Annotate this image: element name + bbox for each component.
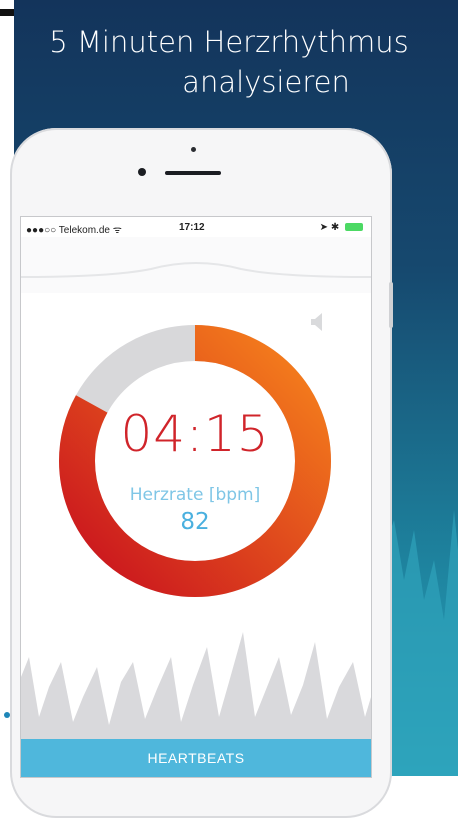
battery-icon: [345, 223, 363, 232]
timer-display: 04:15: [120, 405, 270, 463]
headline-line-1: 5 Minuten Herzrhythmus: [49, 25, 409, 59]
location-bluetooth-icons: ➤ ✱: [319, 222, 340, 233]
status-time: 17:12: [179, 222, 205, 233]
edge-mark: [0, 9, 14, 16]
phone-camera: [138, 168, 146, 176]
headline-line-2: analysieren: [182, 65, 350, 99]
heart-rate-value: 82: [180, 509, 210, 535]
phone-side-button: [389, 282, 393, 328]
phone-sensor: [191, 147, 196, 152]
phone-earpiece: [165, 171, 221, 175]
heartbeat-waveform: [21, 632, 371, 739]
promo-headline: 5 Minuten Herzrhythmus analysieren: [14, 22, 458, 102]
heart-rate-label: Herzrate [bpm]: [129, 485, 261, 505]
status-indicators: ➤ ✱: [320, 222, 363, 233]
carrier-label: ●●●○○ Telekom.de ᯤ: [26, 225, 122, 236]
background-wave-graphic: [384, 510, 458, 776]
header-curve: [21, 262, 371, 278]
status-bar: ●●●○○ Telekom.de ᯤ 17:12 ➤ ✱: [21, 217, 371, 237]
heartbeats-tab[interactable]: HEARTBEATS: [21, 739, 371, 777]
app-screen: ●●●○○ Telekom.de ᯤ 17:12 ➤ ✱ 04:15 Herzr…: [20, 216, 372, 778]
